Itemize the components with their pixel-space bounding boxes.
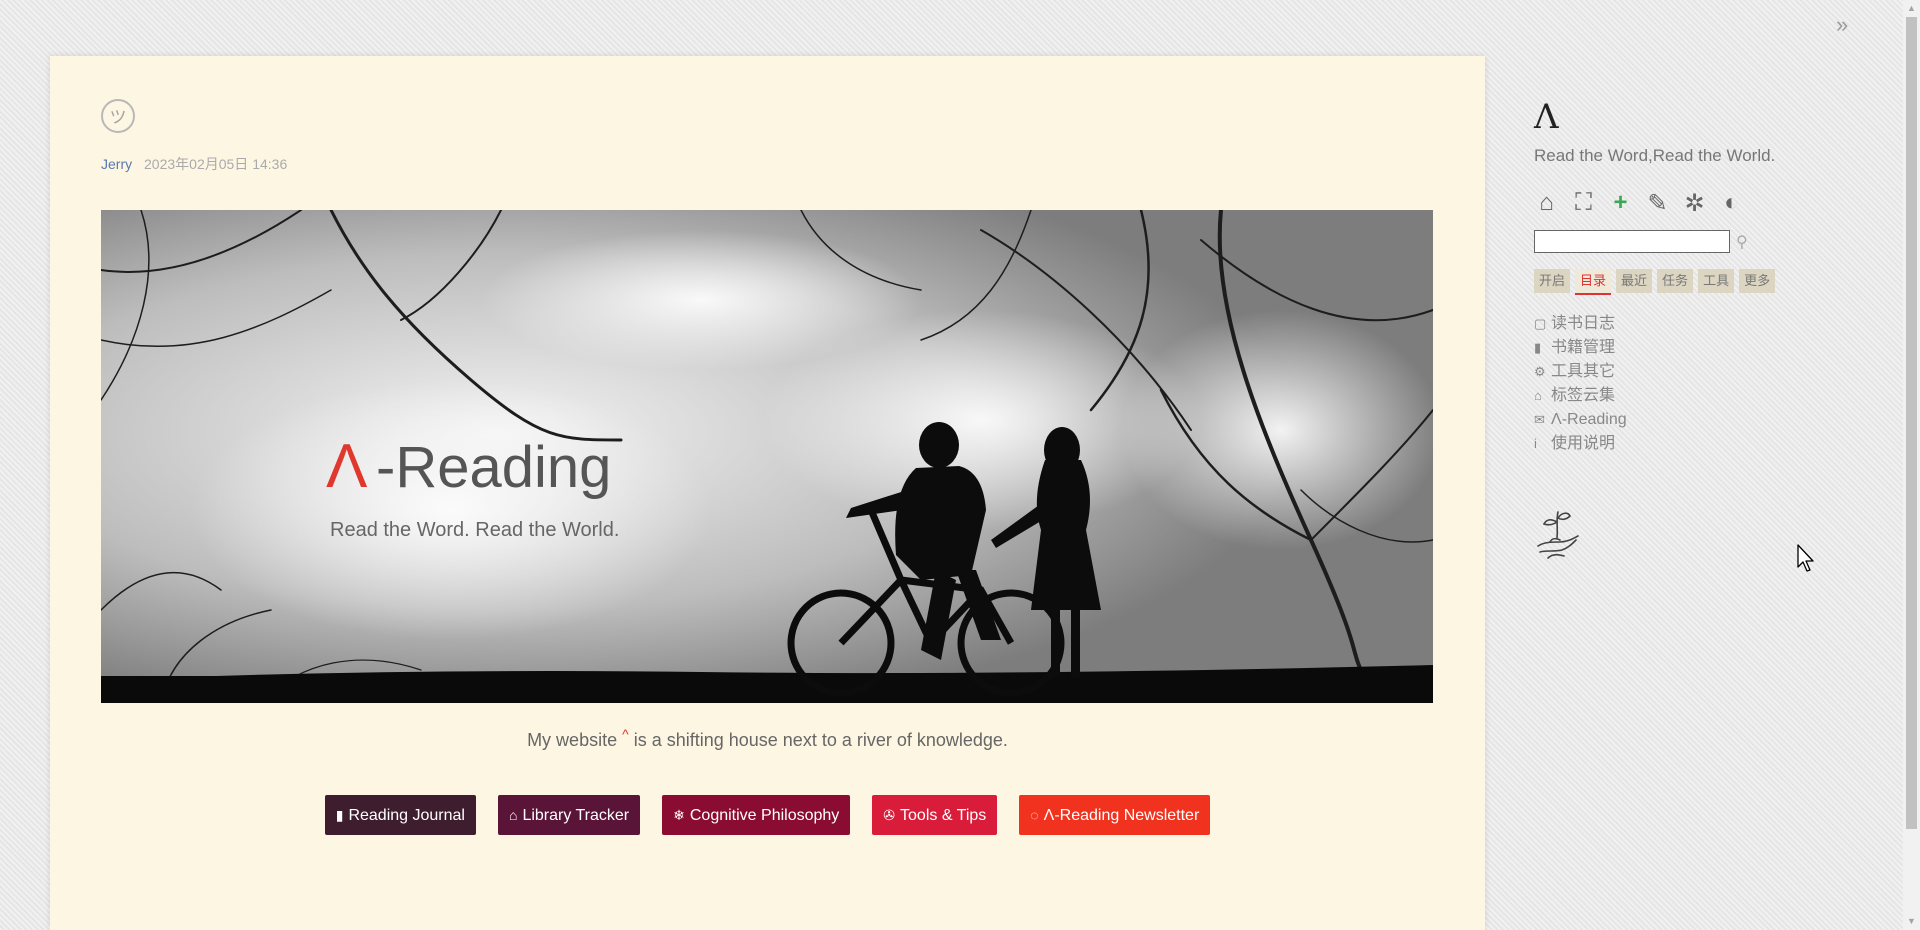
- reading-journal-button[interactable]: ▮ Reading Journal: [324, 795, 476, 835]
- banner-image: Λ -Reading Read the Word. Read the World…: [101, 210, 1433, 703]
- home-icon[interactable]: ⌂: [1534, 189, 1559, 217]
- fire-icon: ✇: [883, 807, 896, 823]
- sidebar: Λ Read the Word,Read the World. ⌂ ⛶ + ✎ …: [1534, 100, 1854, 565]
- contents-menu: ▢ 读书日志 ▮ 书籍管理 ⚙ 工具其它 ⌂ 标签云集 ✉ Λ-Reading i 使用说明: [1534, 312, 1854, 456]
- menu-item-usage-guide[interactable]: i 使用说明: [1534, 432, 1854, 456]
- author-link[interactable]: Jerry: [101, 156, 132, 172]
- file-icon: ▢: [1534, 316, 1547, 331]
- scroll-down-arrow-icon[interactable]: ▼: [1903, 913, 1920, 930]
- new-tiddler-icon[interactable]: +: [1608, 189, 1633, 217]
- book-icon: ▮: [1534, 340, 1542, 355]
- newsletter-button[interactable]: ◌ Λ-Reading Newsletter: [1019, 795, 1211, 835]
- menu-item-reading-log[interactable]: ▢ 读书日志: [1534, 312, 1854, 336]
- bank-icon: ⌂: [508, 807, 518, 823]
- feature-button-row: ▮ Reading Journal ⌂ Library Tracker ❄ Cogni…: [50, 795, 1485, 835]
- menu-item-label: 工具其它: [1551, 363, 1616, 380]
- story-tiddler: ツ Jerry 2023年02月05日 14:36 Λ -Reading Rea…: [50, 56, 1485, 930]
- scroll-up-arrow-icon[interactable]: ▲: [1903, 0, 1920, 17]
- tab-open[interactable]: 开启: [1534, 269, 1571, 293]
- menu-item-label: 使用说明: [1551, 435, 1616, 452]
- info-icon: i: [1534, 436, 1537, 451]
- tab-recent[interactable]: 最近: [1616, 269, 1653, 293]
- site-tagline: My website ^ is a shifting house next to…: [50, 726, 1485, 751]
- author-avatar[interactable]: ツ: [101, 99, 135, 133]
- tagline-after: is a shifting house next to a river of k…: [633, 730, 1008, 750]
- search-input[interactable]: [1534, 230, 1730, 253]
- library-tracker-label: Library Tracker: [522, 807, 630, 824]
- menu-item-tag-cloud[interactable]: ⌂ 标签云集: [1534, 384, 1854, 408]
- site-subtitle: Read the Word,Read the World.: [1534, 146, 1776, 165]
- cognitive-philosophy-button[interactable]: ❄ Cognitive Philosophy: [662, 795, 851, 835]
- scrollbar-thumb[interactable]: [1906, 17, 1917, 829]
- tab-tools[interactable]: 工具: [1698, 269, 1735, 293]
- page-controls: ⌂ ⛶ + ✎ ✲ ◐: [1534, 188, 1854, 218]
- page-scrollbar[interactable]: ▲ ▼: [1903, 0, 1920, 930]
- menu-item-label: 读书日志: [1551, 315, 1616, 332]
- site-title[interactable]: Λ: [1534, 100, 1854, 134]
- envelope-icon: ✉: [1534, 412, 1545, 427]
- tab-more[interactable]: 更多: [1739, 269, 1776, 293]
- sidebar-tabs: 开启 目录 最近 任务 工具 更多: [1534, 269, 1854, 295]
- tags-icon: ⌂: [1534, 388, 1542, 403]
- sidebar-collapse-icon[interactable]: »: [1836, 14, 1858, 36]
- banner-brand-glyph: Λ: [326, 432, 368, 501]
- new-journal-icon[interactable]: ✎: [1645, 189, 1670, 218]
- tab-contents[interactable]: 目录: [1575, 269, 1612, 295]
- search-row: ⚲: [1534, 230, 1854, 253]
- banner-brand-tagline: Read the Word. Read the World.: [330, 519, 619, 541]
- control-panel-icon[interactable]: ✲: [1682, 189, 1707, 218]
- tagline-before: My website: [527, 730, 618, 750]
- menu-item-tools-other[interactable]: ⚙ 工具其它: [1534, 360, 1854, 384]
- menu-item-a-reading[interactable]: ✉ Λ-Reading: [1534, 408, 1854, 432]
- menu-item-label: 标签云集: [1551, 387, 1616, 404]
- tools-tips-label: Tools & Tips: [900, 807, 987, 824]
- mouse-cursor-icon: [1797, 544, 1814, 572]
- search-icon[interactable]: ⚲: [1736, 232, 1748, 252]
- fullscreen-icon[interactable]: ⛶: [1571, 189, 1596, 217]
- banner-brand-word: -Reading: [376, 435, 611, 500]
- menu-item-book-management[interactable]: ▮ 书籍管理: [1534, 336, 1854, 360]
- newsletter-label: Λ-Reading Newsletter: [1043, 807, 1200, 824]
- snowflake-icon: ❄: [673, 807, 685, 823]
- book-icon: ▮: [335, 807, 344, 823]
- menu-item-label: 书籍管理: [1551, 339, 1616, 356]
- menu-item-label: Λ-Reading: [1551, 411, 1627, 428]
- tools-tips-button[interactable]: ✇ Tools & Tips: [872, 795, 998, 835]
- cogs-icon: ⚙: [1534, 364, 1546, 379]
- modified-date: 2023年02月05日 14:36: [144, 156, 288, 172]
- theme-toggle-icon[interactable]: ◐: [1719, 189, 1744, 217]
- comment-icon: ◌: [1030, 807, 1039, 823]
- tiddler-meta: Jerry 2023年02月05日 14:36: [101, 154, 287, 174]
- library-tracker-button[interactable]: ⌂ Library Tracker: [497, 795, 641, 835]
- cognitive-philosophy-label: Cognitive Philosophy: [689, 807, 840, 824]
- tagline-caret: ^: [622, 726, 629, 742]
- tab-tasks[interactable]: 任务: [1657, 269, 1694, 293]
- plant-hand-icon: [1537, 511, 1579, 559]
- reading-journal-label: Reading Journal: [348, 807, 465, 824]
